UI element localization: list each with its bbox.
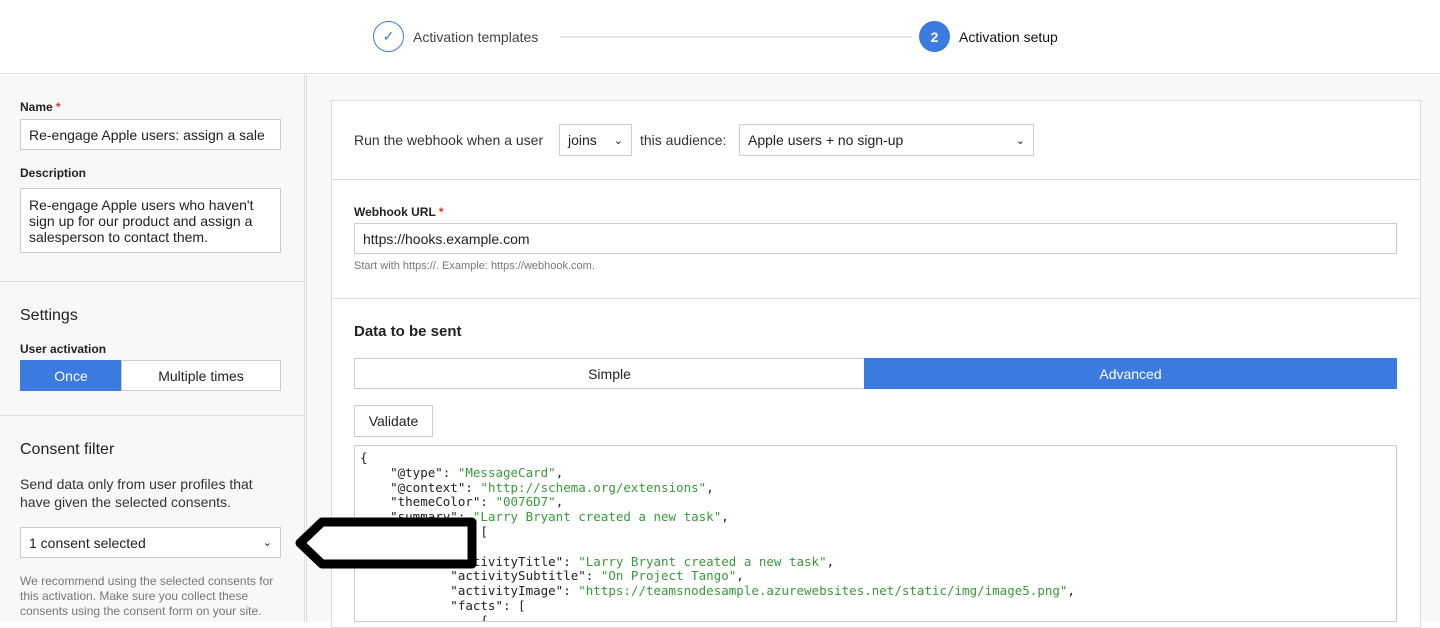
code-line: { (360, 450, 368, 465)
code-line: "activityTitle": "Larry Bryant created a… (450, 553, 835, 569)
settings-title: Settings (20, 307, 78, 324)
consent-hint: We recommend using the selected consents… (20, 574, 274, 618)
stepper-header: ✓ Activation templates 2 Activation setu… (0, 0, 1440, 74)
step-activation-setup: 2 Activation setup (919, 21, 1058, 52)
step-number: 2 (919, 21, 950, 52)
activation-once-button[interactable]: Once (20, 360, 122, 391)
code-line: "themeColor": "0076D7", (360, 494, 564, 510)
event-select[interactable]: joins ⌄ (559, 124, 632, 156)
chevron-down-icon: ⌄ (262, 537, 272, 549)
webhook-url-input[interactable]: https://hooks.example.com (354, 223, 1397, 254)
sidebar: Name * Re-engage Apple users: assign a s… (0, 75, 305, 622)
audience-value: Apple users + no sign-up (748, 132, 904, 148)
audience-select[interactable]: Apple users + no sign-up ⌄ (739, 124, 1034, 156)
consent-select-value: 1 consent selected (29, 534, 146, 551)
check-icon: ✓ (373, 21, 404, 52)
event-value: joins (568, 132, 597, 148)
code-line: "@type": "MessageCard", (360, 464, 564, 480)
description-label: Description (20, 166, 87, 180)
trigger-prefix: Run the webhook when a user (354, 132, 544, 148)
code-line: { (360, 612, 488, 622)
divider (0, 415, 305, 416)
webhook-url-label: Webhook URL * (354, 205, 444, 219)
consent-title: Consent filter (20, 441, 115, 458)
pointer-annotation-arrow (295, 517, 477, 569)
code-line: "@context": "http://schema.org/extension… (360, 479, 714, 495)
code-line: { (360, 539, 1391, 555)
data-title: Data to be sent (354, 323, 462, 340)
validate-button[interactable]: Validate (354, 405, 433, 437)
step-label: Activation setup (959, 28, 1058, 45)
consent-select[interactable]: 1 consent selected ⌄ (20, 527, 281, 558)
chevron-down-icon: ⌄ (613, 134, 623, 147)
name-input[interactable]: Re-engage Apple users: assign a sale (20, 119, 281, 150)
divider (0, 281, 305, 282)
webhook-url-hint: Start with https://. Example: https://we… (354, 260, 595, 272)
json-editor[interactable]: { "@type": "MessageCard", "@context": "h… (354, 445, 1397, 622)
consent-description: Send data only from user profiles that h… (20, 476, 253, 510)
trigger-middle: this audience: (640, 132, 727, 148)
code-line: "sections": [ (390, 523, 488, 539)
code-line: "activityImage": "https://teamsnodesampl… (360, 583, 1075, 599)
chevron-down-icon: ⌄ (1015, 134, 1025, 147)
step-label: Activation templates (413, 28, 539, 45)
activation-multiple-button[interactable]: Multiple times (121, 360, 281, 391)
mode-advanced-tab[interactable]: Advanced (864, 358, 1397, 389)
stepper-connector (560, 36, 912, 38)
code-line: "summary": "Larry Bryant created a new t… (360, 509, 729, 525)
name-label: Name * (20, 100, 61, 114)
code-line: "facts": [ (360, 597, 526, 613)
code-line: "activitySubtitle": "On Project Tango", (360, 568, 744, 584)
description-textarea[interactable]: Re-engage Apple users who haven't sign u… (20, 188, 281, 253)
user-activation-label: User activation (20, 342, 107, 356)
mode-simple-tab[interactable]: Simple (354, 358, 865, 389)
step-activation-templates[interactable]: ✓ Activation templates (373, 21, 538, 52)
